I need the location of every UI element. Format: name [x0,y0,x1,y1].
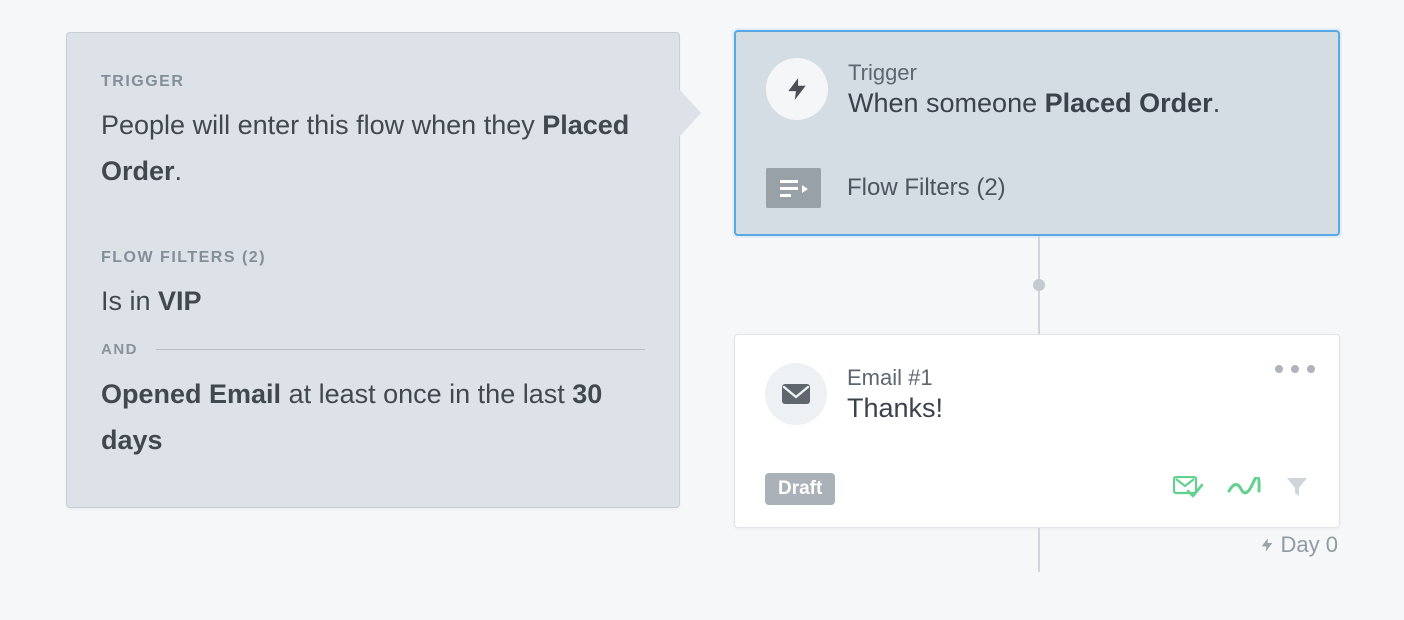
email-delivered-icon[interactable] [1173,476,1203,503]
trigger-node[interactable]: Trigger When someone Placed Order. Flow … [734,30,1340,236]
lightning-small-icon [1259,535,1275,555]
trigger-section-label: TRIGGER [101,73,645,91]
flow-filter-1: Is in VIP [101,279,645,325]
trigger-title-event: Placed Order [1045,88,1213,118]
email-node-label: Email #1 [847,365,943,391]
and-label: AND [101,341,138,358]
email-more-menu[interactable] [1275,365,1315,373]
trigger-node-title: When someone Placed Order. [848,88,1220,119]
flow-column: Trigger When someone Placed Order. Flow … [734,30,1344,572]
trigger-detail-panel: TRIGGER People will enter this flow when… [66,32,680,508]
filters-and-divider: AND [101,341,645,358]
filter2-mid: at least once in the last [281,379,572,409]
funnel-filter-icon[interactable] [1285,476,1309,503]
filter-list-icon [766,168,821,208]
trigger-desc-prefix: People will enter this flow when they [101,110,542,140]
trigger-node-label: Trigger [848,60,1220,86]
flow-filters-section-label: FLOW FILTERS (2) [101,249,645,267]
flow-filters-label: Flow Filters (2) [847,174,1006,202]
trigger-desc-suffix: . [175,156,183,186]
filter1-prefix: Is in [101,286,158,316]
flow-filters-summary[interactable]: Flow Filters (2) [766,168,1308,208]
flow-filter-2: Opened Email at least once in the last 3… [101,372,645,464]
filter1-value: VIP [158,286,202,316]
lightning-icon [766,58,828,120]
day-marker-label: Day 0 [1281,532,1338,558]
filter2-event: Opened Email [101,379,281,409]
email-node[interactable]: Email #1 Thanks! Draft [734,334,1340,528]
and-line [156,349,645,350]
trigger-title-suffix: . [1213,88,1221,118]
status-badge: Draft [765,473,835,505]
node-connector [734,236,1344,334]
add-step-dot[interactable] [1033,279,1045,291]
trigger-description: People will enter this flow when they Pl… [101,103,645,195]
trigger-title-prefix: When someone [848,88,1045,118]
node-connector-stub: Day 0 [734,528,1344,572]
analytics-line-icon[interactable] [1227,477,1261,502]
email-node-title: Thanks! [847,393,943,424]
email-icon [765,363,827,425]
day-marker: Day 0 [1259,532,1338,558]
